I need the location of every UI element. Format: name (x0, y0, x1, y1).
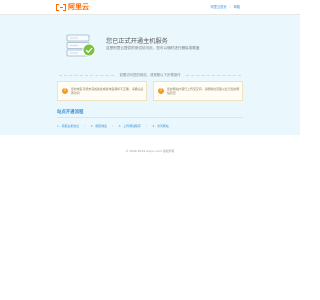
divider-right (185, 74, 241, 76)
step-number: 2 (90, 124, 93, 128)
header-link-separator: | (229, 4, 231, 8)
step-item[interactable]: 2. 绑定域名 (91, 124, 107, 128)
header-link-home[interactable]: 阿里云首页 (211, 4, 227, 9)
hero-subtitle: 这是阿里云提供的测试访问页，您可以随时进行删除或覆盖 (106, 46, 200, 50)
top-bar: 阿里云 阿里云首页 | 邮箱 (0, 0, 300, 15)
header-link-mail[interactable]: 邮箱 (234, 4, 240, 9)
tip-box-domain: ! 您的域名可能未完成备案或者域名解析不正确，请确认后再访问 (57, 81, 147, 101)
step-label: 访问网站 (157, 124, 169, 128)
header-links: 阿里云首页 | 邮箱 (211, 4, 240, 9)
warning-icon: ! (158, 88, 164, 94)
tip-box-content: ! 您的网站内容已上传至空间，请删除此页面以显示您的网站首页 (153, 81, 243, 101)
steps-title: 站点开通流程 (57, 110, 84, 115)
arrow-right-icon: › (84, 123, 86, 128)
arrow-right-icon: › (145, 123, 148, 128)
step-label: 绑定域名 (95, 124, 108, 128)
arrow-right-icon: › (112, 123, 114, 128)
aliyun-logo-icon (56, 3, 66, 11)
notice-line: 如需访问您的网站，请按照以下步骤操作 (0, 72, 300, 77)
divider-left (59, 74, 115, 76)
footer-copyright: © 2009-2019 Aliyun.com 版权所有 (125, 149, 175, 153)
step-number: 1 (57, 124, 59, 128)
aliyun-logo[interactable]: 阿里云 (56, 3, 89, 11)
step-label: 上传网站程序 (123, 124, 141, 128)
step-item[interactable]: 1. 获取主机信息 (57, 124, 79, 128)
steps-divider (57, 117, 243, 118)
notice-text: 如需访问您的网站，请按照以下步骤操作 (119, 73, 181, 77)
step-item[interactable]: 4. 访问网站 (152, 124, 168, 128)
warning-icon: ! (62, 88, 68, 94)
brand-name: 阿里云 (68, 3, 89, 11)
tip-text: 您的网站内容已上传至空间，请删除此页面以显示您的网站首页 (167, 87, 240, 96)
hero-title: 您已正式开通主机服务 (106, 38, 168, 45)
step-number: 3 (118, 124, 121, 128)
steps-flow: 1. 获取主机信息 › 2. 绑定域名 › 3. 上传网站程序 › 4. 访问网… (57, 122, 243, 130)
tip-text: 您的域名可能未完成备案或者域名解析不正确，请确认后再访问 (71, 87, 144, 96)
step-number: 4 (152, 124, 155, 128)
step-label: 获取主机信息 (61, 124, 80, 128)
server-check-icon (66, 32, 96, 60)
step-item[interactable]: 3. 上传网站程序 (119, 124, 141, 128)
